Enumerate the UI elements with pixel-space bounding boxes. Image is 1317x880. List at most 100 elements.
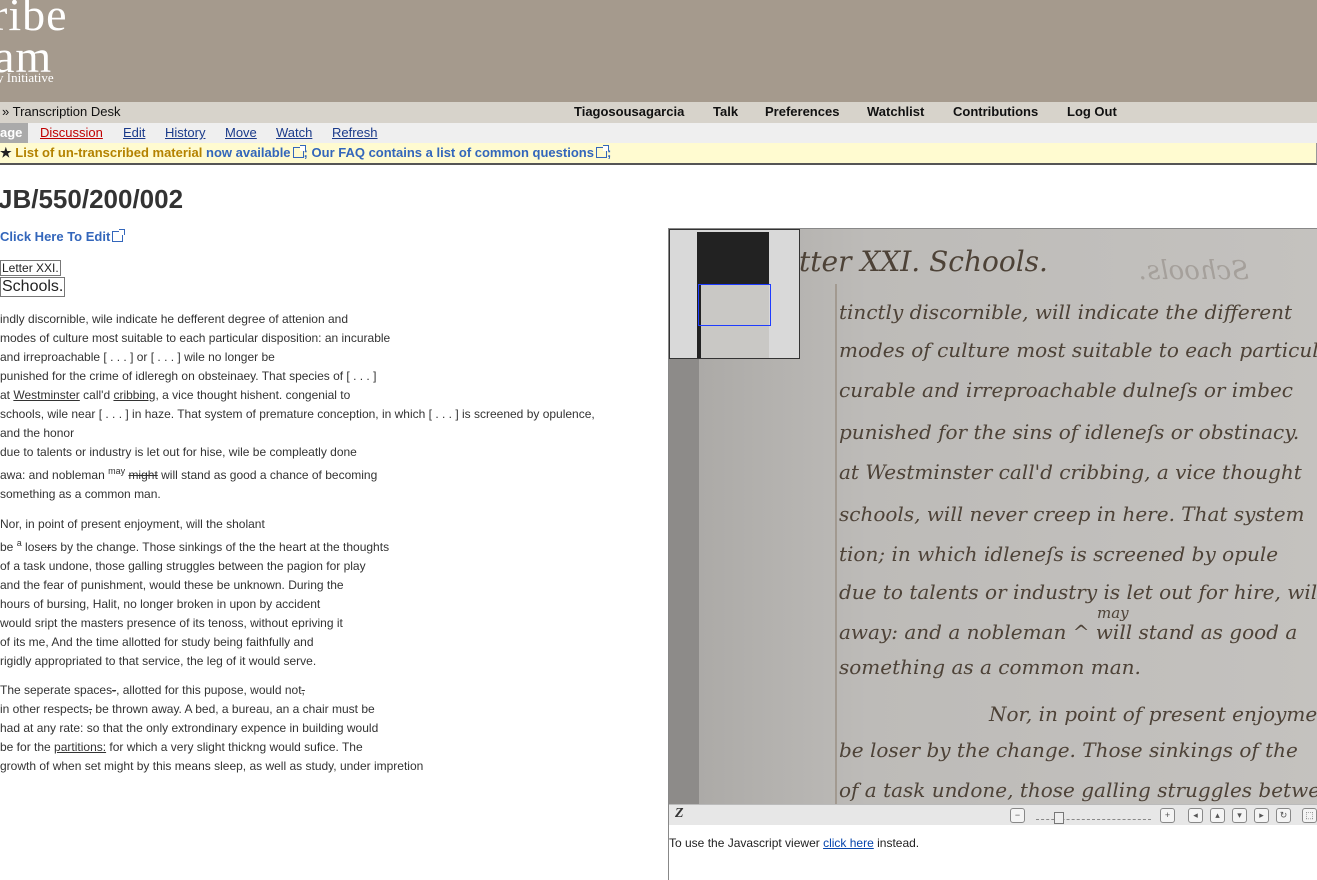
transcript-line: had at any rate: so that the only extron… xyxy=(0,721,379,735)
viewer-toolbar: Z − + ◂ ▴ ▾ ▸ ↻ ⬚ xyxy=(669,804,1317,825)
edit-link-label: Click Here To Edit xyxy=(0,229,111,244)
handwriting-line: of a task undone, those galling struggle… xyxy=(839,778,1317,802)
transcript-paragraph-3: The seperate spaces-, allotted for this … xyxy=(0,681,423,776)
transcript-line: modes of culture most suitable to each p… xyxy=(0,331,391,345)
navigator-viewport-box[interactable] xyxy=(698,284,771,326)
viewer-note-text: instead. xyxy=(873,836,920,850)
user-link-watchlist[interactable]: Watchlist xyxy=(867,104,924,119)
user-link-talk[interactable]: Talk xyxy=(713,104,738,119)
struck-word: might xyxy=(128,468,158,482)
transcript-line: and irreproachable [ . . . ] or [ . . . … xyxy=(0,350,275,364)
pan-left-button[interactable]: ◂ xyxy=(1188,808,1203,823)
handwriting-line: Nor, in point of present enjoymen xyxy=(988,702,1317,726)
transcript-line: The seperate spaces-, allotted for this … xyxy=(0,681,423,700)
manuscript-viewer: tter XXI. Schools. tinctly discornible, w… xyxy=(668,228,1317,880)
fullscreen-button[interactable]: ⬚ xyxy=(1302,808,1317,823)
pan-down-button[interactable]: ▾ xyxy=(1232,808,1247,823)
user-link-contributions[interactable]: Contributions xyxy=(953,104,1038,119)
transcript-line: Nor, in point of present enjoyment, will… xyxy=(0,517,265,531)
transcript-line: due to talents or industry is let out fo… xyxy=(0,445,357,459)
tab-refresh[interactable]: Refresh xyxy=(332,125,378,140)
external-link-icon xyxy=(292,145,306,158)
page-title: JB/550/200/002 xyxy=(0,184,184,214)
text-run: at xyxy=(0,388,14,402)
transcript-line: rigidly appropriated to that service, th… xyxy=(0,654,317,668)
transcript-line: and the honor xyxy=(0,426,75,440)
struck-mark: , xyxy=(301,683,305,697)
tab-watch[interactable]: Watch xyxy=(276,125,312,140)
manuscript-image[interactable]: tter XXI. Schools. tinctly discornible, w… xyxy=(669,229,1317,804)
pan-right-button[interactable]: ▸ xyxy=(1254,808,1269,823)
user-link-logout[interactable]: Log Out xyxy=(1067,104,1117,119)
transcript-line: and the fear of punishment, would these … xyxy=(0,578,344,592)
handwriting-line: something as a common man. xyxy=(839,655,1141,679)
star-icon: ★ xyxy=(0,145,12,160)
tab-discussion[interactable]: Discussion xyxy=(40,125,103,140)
page-tabs: age Discussion Edit History Move Watch R… xyxy=(0,123,1317,143)
handwriting-line: away: and a nobleman ^ will stand as goo… xyxy=(839,620,1297,644)
handwriting-line: tter XXI. Schools. xyxy=(799,245,1048,278)
tab-edit[interactable]: Edit xyxy=(123,125,145,140)
zoom-in-button[interactable]: + xyxy=(1160,808,1175,823)
user-link-username[interactable]: Tiagosousagarcia xyxy=(574,104,684,119)
text-run: The seperate spaces xyxy=(0,683,113,697)
text-run: call'd xyxy=(79,388,114,402)
transcript-line: indly discornible, wile indicate he deff… xyxy=(0,312,349,326)
tab-move[interactable]: Move xyxy=(225,125,257,140)
faq-link[interactable]: Our FAQ contains a list of common questi… xyxy=(311,145,609,160)
underlined-word: cribbing xyxy=(113,388,156,402)
site-banner: ribe am y Initiative xyxy=(0,0,1317,102)
transcript-line: of a task undone, those galling struggle… xyxy=(0,559,366,573)
transcript-letter-heading: Letter XXI. xyxy=(0,260,61,276)
breadcrumb[interactable]: » Transcription Desk xyxy=(2,104,121,119)
faq-label: Our FAQ contains a list of common questi… xyxy=(311,145,594,160)
text-run: awa: and nobleman xyxy=(0,468,109,482)
text-run: s by the change. Those sinkings of the t… xyxy=(51,540,390,554)
tab-page[interactable]: age xyxy=(0,123,29,143)
text-run: in other respects xyxy=(0,702,89,716)
transcript-paragraph-1: indly discornible, wile indicate he deff… xyxy=(0,310,595,504)
viewer-note: To use the Javascript viewer click here … xyxy=(669,836,919,850)
zoomify-logo[interactable]: Z xyxy=(675,806,684,822)
text-run: lose xyxy=(21,540,48,554)
now-available-label: now available xyxy=(206,145,291,160)
javascript-viewer-link[interactable]: click here xyxy=(823,836,874,850)
transcript-title-heading: Schools. xyxy=(0,277,66,297)
handwriting-line: tinctly discornible, will indicate the d… xyxy=(839,300,1293,324)
text-run: for which a very slight thickng would su… xyxy=(106,740,363,754)
reset-view-button[interactable]: ↻ xyxy=(1276,808,1291,823)
transcript-line: in other respects, be thrown away. A bed… xyxy=(0,700,423,719)
handwriting-line: modes of culture most suitable to each p… xyxy=(839,338,1317,362)
navigator-thumbnail[interactable] xyxy=(669,229,800,359)
now-available-link[interactable]: now available xyxy=(206,145,306,160)
transcript-line: would sript the masters presence of its … xyxy=(0,616,343,630)
underlined-word: Westminster xyxy=(13,388,80,402)
title-heading-text: Schools. xyxy=(0,277,66,297)
insertion-may: may xyxy=(1097,604,1129,622)
handwriting-line: schools, will never creep in here. That … xyxy=(839,502,1305,526)
site-notice: ★ List of un-transcribed material now av… xyxy=(0,143,1317,165)
letter-heading-text: Letter XXI. xyxy=(0,260,61,276)
transcript-line: hours of bursing, Halit, no longer broke… xyxy=(0,597,321,611)
click-here-to-edit-link[interactable]: Click Here To Edit xyxy=(0,229,126,244)
user-link-preferences[interactable]: Preferences xyxy=(765,104,839,119)
handwriting-line: tion; in which idleneſs is screened by o… xyxy=(839,542,1278,566)
transcript-line: punished for the crime of idleregh on ob… xyxy=(0,369,377,383)
zoom-slider-handle[interactable] xyxy=(1054,812,1064,824)
transcript-line: of its me, And the time allotted for stu… xyxy=(0,635,314,649)
zoom-out-button[interactable]: − xyxy=(1010,808,1025,823)
external-link-icon xyxy=(112,229,126,242)
transcript-paragraph-2: Nor, in point of present enjoyment, will… xyxy=(0,515,389,671)
handwriting-line: curable and irreproachable dulneſs or im… xyxy=(839,378,1293,402)
bleed-through-text: Schools. xyxy=(1139,256,1249,286)
pan-up-button[interactable]: ▴ xyxy=(1210,808,1225,823)
viewer-note-text: To use the Javascript viewer xyxy=(669,836,824,850)
tab-history[interactable]: History xyxy=(165,125,205,140)
underlined-word: partitions: xyxy=(54,740,107,754)
zoom-slider[interactable] xyxy=(1036,809,1151,824)
site-logo-tagline: y Initiative xyxy=(0,70,54,85)
untranscribed-link[interactable]: List of un-transcribed material xyxy=(15,145,202,160)
superscript-insertion: may xyxy=(108,466,126,476)
handwriting-line: due to talents or industry is let out fo… xyxy=(839,580,1317,604)
transcript-line: at Westminster call'd cribbing, a vice t… xyxy=(0,386,595,405)
